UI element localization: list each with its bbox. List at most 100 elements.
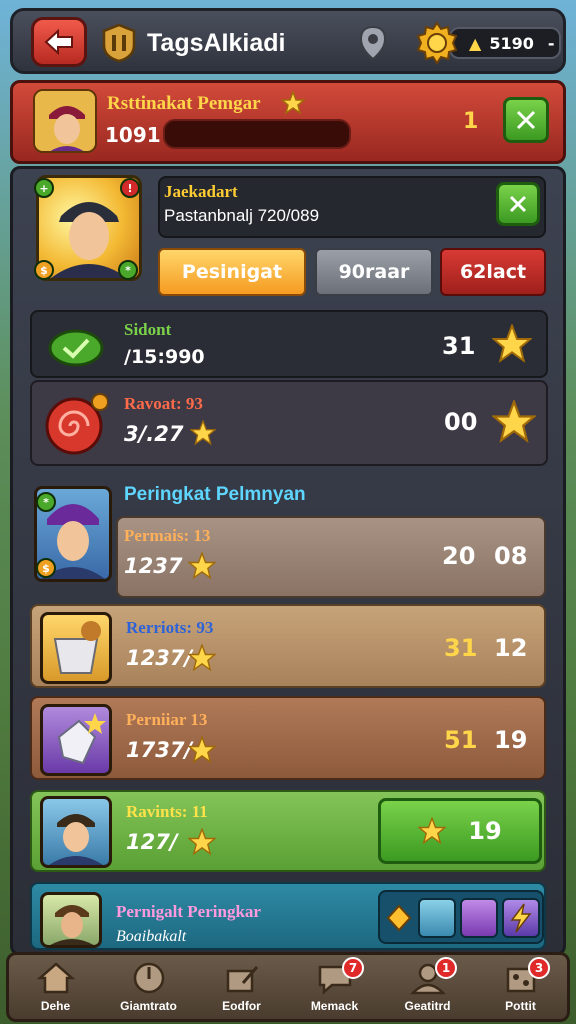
bucket-icon (53, 621, 101, 674)
header-score: 1091 (105, 123, 161, 147)
nav-label: Geatitrd (404, 999, 451, 1013)
character-portrait-icon (49, 814, 103, 865)
nav-label: Pottit (505, 999, 536, 1013)
ranking-title: Peringkat Pelmnyan (124, 484, 306, 505)
power-icon (133, 962, 164, 994)
stat-value: /15:990 (124, 346, 205, 368)
nav-label: Eodfor (222, 999, 261, 1013)
level-badge: + (34, 178, 54, 198)
ranking-footer-row[interactable]: Pernigalt Peringkar Boaibakalt (30, 882, 546, 950)
coin-badge: $ (34, 260, 54, 280)
rank-value: 127/ (126, 830, 178, 854)
rank-value: 1237/ (126, 646, 193, 670)
rank-value: 1237 (124, 554, 183, 578)
star-icon (188, 552, 216, 580)
stat-row[interactable]: Sidont /15:990 31 (30, 310, 548, 378)
rank-score: 31 (444, 634, 478, 662)
location-pin-icon[interactable] (358, 25, 388, 61)
nav-label: Memack (310, 999, 359, 1013)
stat-row[interactable]: Ravoat: 93 3/.27 00 (30, 380, 548, 466)
footer-label: Pernigalt Peringkar (116, 902, 261, 921)
stat-count: 31 (442, 332, 476, 360)
player-avatar[interactable] (33, 89, 97, 153)
nav-label: Dehe (40, 999, 71, 1013)
reward-strip (378, 890, 544, 944)
nav-item-messages[interactable]: 7 Memack (288, 955, 381, 1019)
header-action-button[interactable] (503, 97, 549, 143)
green-shield-icon (48, 329, 104, 367)
top-bar: TagsAIkiadi ▲ 5190 - (10, 8, 566, 74)
rank-item-icon (40, 612, 112, 684)
notification-badge: 1 (435, 957, 457, 979)
leaf-badge: * (118, 260, 138, 280)
star-icon (492, 324, 532, 364)
coin-menu[interactable]: - (548, 34, 555, 53)
nav-item-edit[interactable]: Eodfor (195, 955, 288, 1019)
star-icon (188, 828, 216, 856)
reward-avatar-2[interactable] (460, 898, 498, 938)
ranking-row[interactable]: Permais: 13 1237 20 08 (116, 516, 546, 598)
back-button[interactable] (31, 17, 87, 67)
pencil-chart-icon (226, 966, 258, 993)
coin-counter[interactable]: ▲ 5190 - (449, 27, 561, 59)
lightning-icon (510, 903, 532, 933)
claim-button[interactable]: 19 (378, 798, 542, 864)
rank-points: 12 (494, 634, 528, 662)
stat-label: Sidont (124, 320, 172, 339)
alert-badge: ! (120, 178, 140, 198)
star-icon (492, 400, 536, 443)
app-title: TagsAIkiadi (147, 29, 286, 57)
notification-badge: 7 (342, 957, 364, 979)
header-progress-bar (163, 119, 351, 149)
rank-score: 20 (442, 542, 476, 570)
bottom-nav: Dehe Giamtrato Eodfor 7 Memack 1 Geatitr… (6, 952, 570, 1022)
ranking-row[interactable]: Perniiar 13 1737/ 51 19 (30, 696, 546, 780)
rank-avatar (40, 796, 112, 868)
rank-label: Ravints: 11 (126, 802, 208, 821)
red-spiral-icon (45, 393, 108, 455)
rank-item-icon (40, 704, 112, 776)
header-rank: 1 (463, 109, 479, 134)
header-title: Rsttinakat Pemgar (107, 93, 261, 114)
close-icon (509, 195, 527, 213)
tab-90raar[interactable]: 90raar (315, 248, 433, 296)
character-portrait-icon (50, 905, 94, 945)
star-icon (190, 420, 216, 446)
coin-small-icon: ▲ (469, 33, 482, 53)
notification-badge: 3 (528, 957, 550, 979)
footer-sub: Boaibakalt (116, 928, 187, 945)
leaf-badge: * (36, 492, 56, 512)
rank-avatar (40, 892, 102, 948)
coin-badge: $ (36, 558, 56, 578)
tab-62lact[interactable]: 62lact (440, 248, 546, 296)
player-header-card: Rsttinakat Pemgar 1091 1 (10, 80, 566, 164)
nav-item-items[interactable]: 3 Pottit (474, 955, 567, 1019)
stat-value: 3/.27 (124, 422, 184, 446)
nav-item-profile[interactable]: 1 Geatitrd (381, 955, 474, 1019)
reward-item-3[interactable] (502, 898, 540, 938)
nav-item-home[interactable]: Dehe (9, 955, 102, 1019)
gear-coin-icon[interactable] (415, 21, 459, 65)
shield-logo-icon (102, 23, 136, 63)
rank-label: Rerriots: 93 (126, 618, 214, 637)
star-icon (418, 817, 447, 845)
crystal-icon (57, 713, 106, 765)
character-portrait-icon (35, 91, 95, 151)
arrow-left-icon (44, 29, 73, 55)
star-icon (188, 736, 216, 764)
reward-avatar-1[interactable] (418, 898, 456, 938)
ranking-row[interactable]: Rerriots: 93 1237/ 31 12 (30, 604, 546, 688)
tab-pesinigat[interactable]: Pesinigat (158, 248, 306, 296)
house-icon (36, 962, 75, 994)
rank-label: Perniiar 13 (126, 710, 208, 729)
profile-action-button[interactable] (496, 182, 540, 226)
ranking-row[interactable]: Ravints: 11 127/ 19 (30, 790, 546, 872)
nav-item-power[interactable]: Giamtrato (102, 955, 195, 1019)
rank-points: 19 (494, 726, 528, 754)
rank-label: Permais: 13 (124, 526, 211, 545)
stat-label: Ravoat: 93 (124, 394, 203, 413)
star-icon (281, 91, 305, 115)
swap-icon (516, 110, 536, 130)
star-icon (188, 644, 216, 672)
rank-points: 08 (494, 542, 528, 570)
